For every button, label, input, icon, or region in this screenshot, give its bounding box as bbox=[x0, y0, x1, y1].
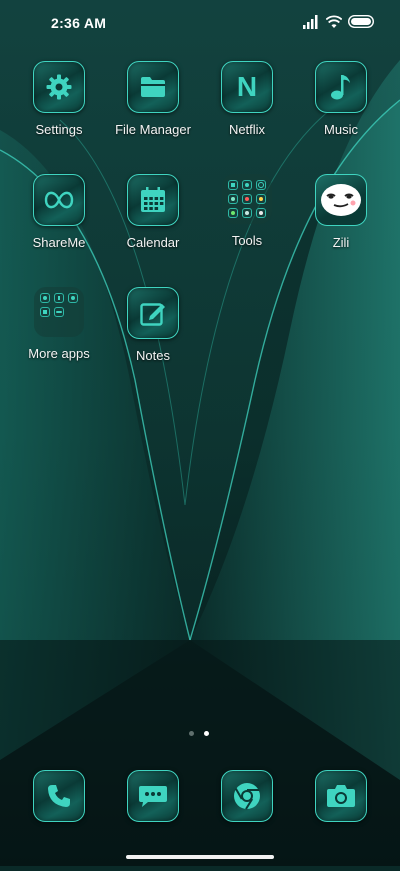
app-shareme[interactable]: ShareMe bbox=[12, 174, 106, 250]
app-music[interactable]: Music bbox=[294, 61, 388, 137]
settings-icon bbox=[33, 61, 85, 113]
phone-icon bbox=[33, 770, 85, 822]
calculator-icon bbox=[242, 180, 252, 190]
mi-mini-icon bbox=[54, 307, 64, 317]
scanner-icon bbox=[256, 208, 266, 218]
folder-tools[interactable]: Tools bbox=[200, 174, 294, 248]
battery-icon bbox=[348, 15, 374, 28]
dock-browser[interactable] bbox=[200, 770, 294, 822]
app-label: Zili bbox=[332, 235, 350, 250]
folder-icon bbox=[127, 61, 179, 113]
app-notes[interactable]: Notes bbox=[106, 287, 200, 363]
app-calendar[interactable]: Calendar bbox=[106, 174, 200, 250]
app-zili[interactable]: Zili bbox=[294, 174, 388, 250]
netflix-icon: N bbox=[221, 61, 273, 113]
app-label: More apps bbox=[28, 346, 90, 361]
app-settings[interactable]: Settings bbox=[12, 61, 106, 137]
app-label: Netflix bbox=[228, 122, 266, 137]
recorder-icon bbox=[242, 194, 252, 204]
notes-mini-icon bbox=[256, 194, 266, 204]
messenger-mini-icon bbox=[68, 293, 78, 303]
facebook-mini-icon bbox=[54, 293, 64, 303]
shareme-icon bbox=[33, 174, 85, 226]
chrome-mini-icon bbox=[40, 293, 50, 303]
page-indicator bbox=[0, 731, 400, 739]
app-label: Settings bbox=[35, 122, 83, 137]
more-apps-folder-icon bbox=[34, 287, 84, 337]
app-label: Calendar bbox=[126, 235, 180, 250]
dock-camera[interactable] bbox=[294, 770, 388, 822]
app-label: Music bbox=[324, 122, 358, 137]
calendar-icon bbox=[127, 174, 179, 226]
tools-folder-icon bbox=[222, 174, 272, 224]
app-file-manager[interactable]: File Manager bbox=[106, 61, 200, 137]
zili-face-icon bbox=[315, 174, 367, 226]
linkedin-mini-icon bbox=[40, 307, 50, 317]
wifi-icon bbox=[326, 15, 342, 28]
clock: 2:36 AM bbox=[51, 15, 107, 31]
chrome-icon bbox=[221, 770, 273, 822]
weather-icon bbox=[228, 208, 238, 218]
download-icon bbox=[228, 180, 238, 190]
app-label: Notes bbox=[136, 348, 170, 363]
dock-messages[interactable] bbox=[106, 770, 200, 822]
message-bubble-icon bbox=[127, 770, 179, 822]
page-dot-2-active[interactable] bbox=[204, 731, 209, 736]
dock-phone[interactable] bbox=[12, 770, 106, 822]
app-label: File Manager bbox=[115, 122, 191, 137]
page-dot-1[interactable] bbox=[189, 731, 194, 736]
netflix-glyph: N bbox=[236, 71, 258, 102]
app-label: ShareMe bbox=[32, 235, 86, 250]
security-icon bbox=[228, 194, 238, 204]
app-label: Tools bbox=[231, 233, 263, 248]
notes-edit-icon bbox=[127, 287, 179, 339]
home-indicator[interactable] bbox=[126, 855, 274, 859]
status-bar: 2:36 AM bbox=[0, 0, 400, 44]
camera-icon bbox=[315, 770, 367, 822]
music-note-icon bbox=[315, 61, 367, 113]
compass-icon bbox=[242, 208, 252, 218]
folder-more-apps[interactable]: More apps bbox=[12, 287, 106, 361]
signal-icon bbox=[303, 15, 318, 29]
app-netflix[interactable]: N Netflix bbox=[200, 61, 294, 137]
clock-icon bbox=[256, 180, 266, 190]
